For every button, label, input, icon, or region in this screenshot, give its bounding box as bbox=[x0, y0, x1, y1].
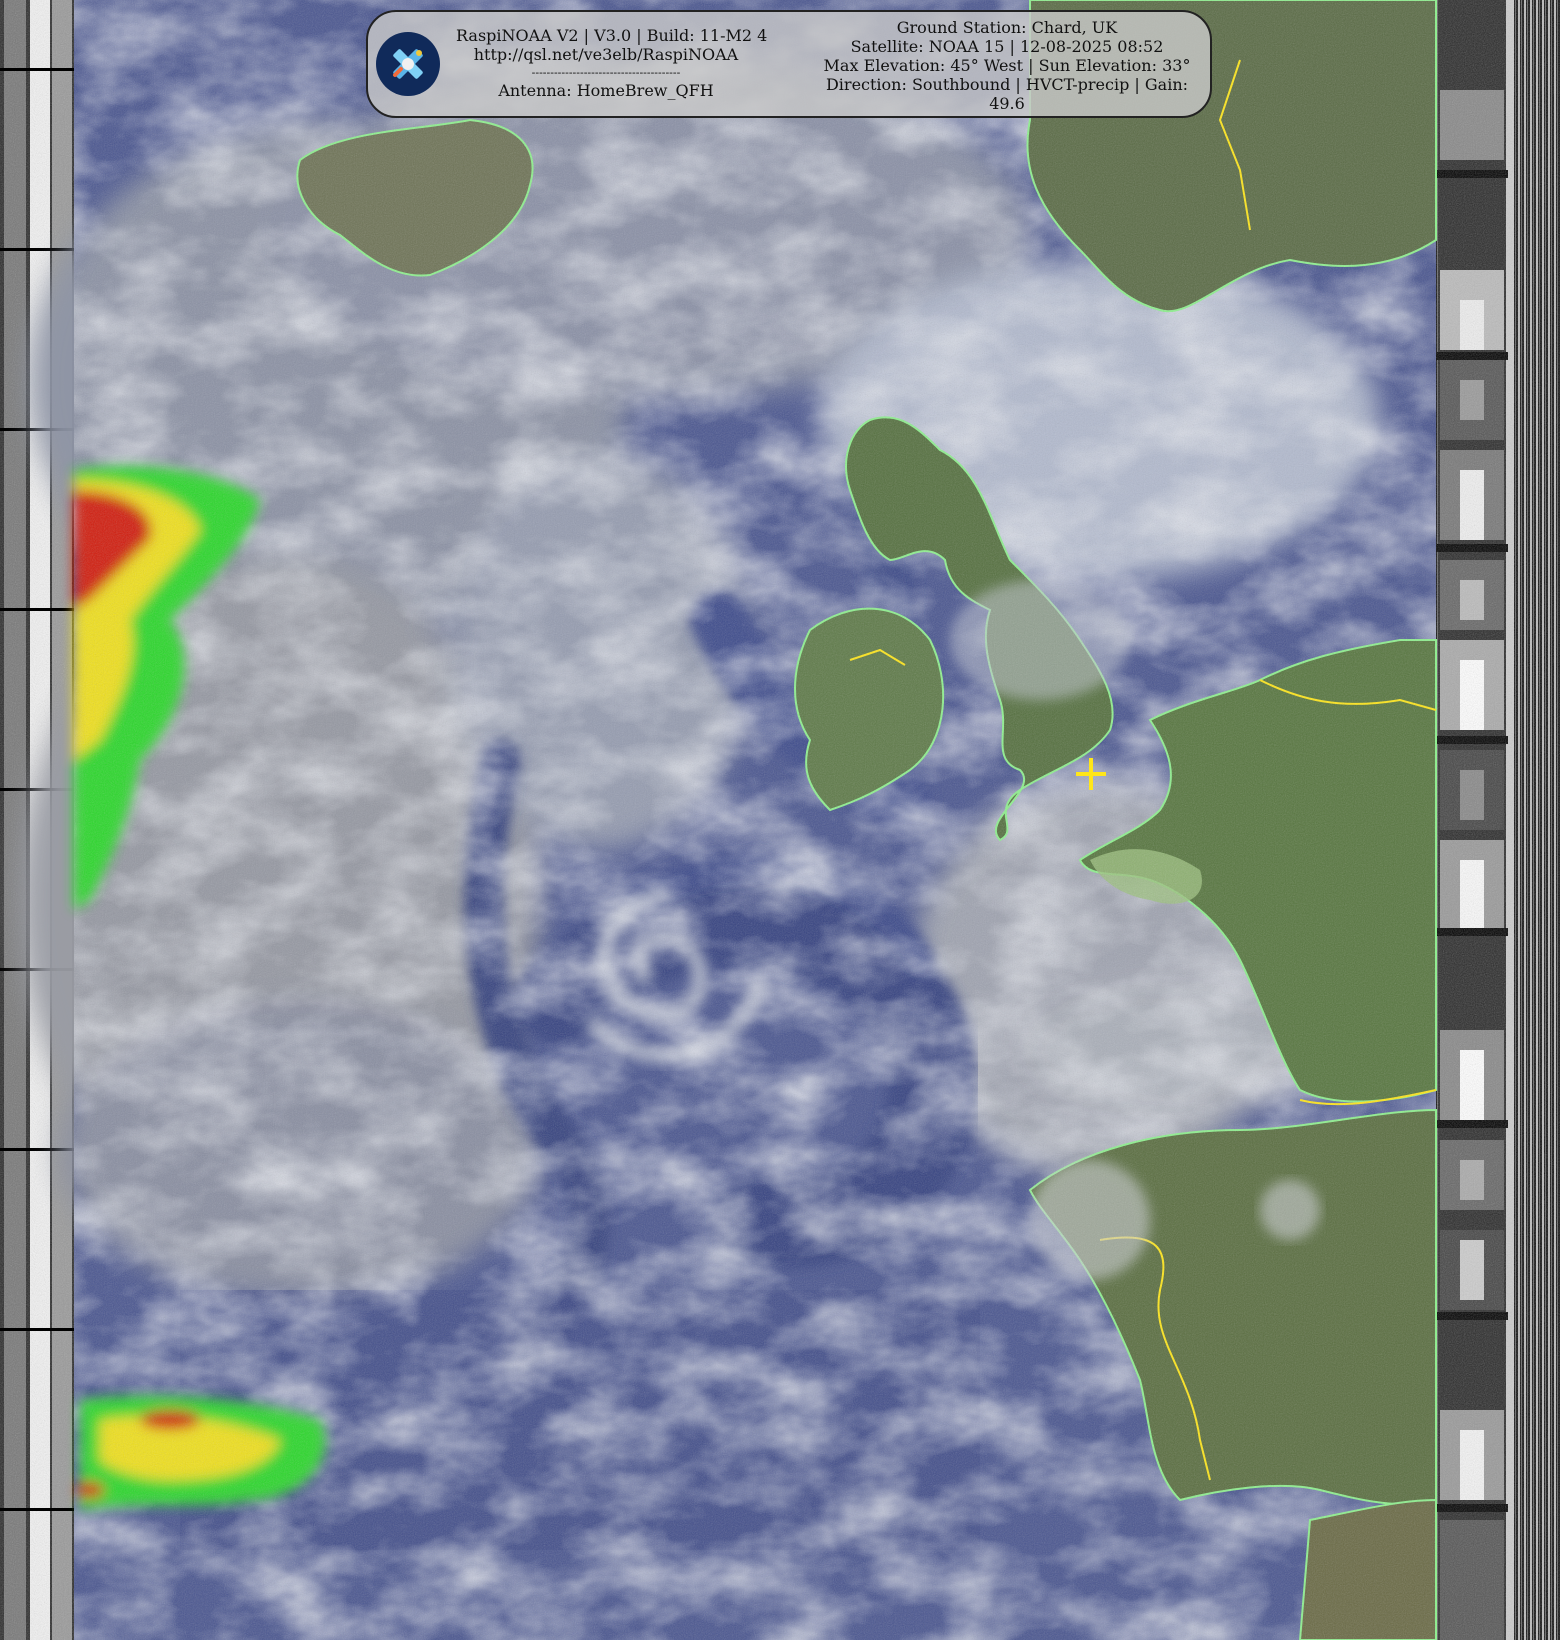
url-text: http://qsl.net/ve3elb/RaspiNOAA bbox=[473, 45, 739, 64]
ground-station-text: Ground Station: Chard, UK bbox=[896, 18, 1118, 37]
separator-text: ---------------------------------------- bbox=[531, 66, 681, 79]
info-right: Ground Station: Chard, UK Satellite: NOA… bbox=[812, 18, 1202, 113]
image-main bbox=[20, 0, 1437, 1640]
direction-text: Direction: Southbound | HVCT-precip | Ga… bbox=[825, 75, 1189, 113]
satellite-icon bbox=[376, 32, 440, 96]
antenna-text: Antenna: HomeBrew_QFH bbox=[498, 81, 714, 100]
elevation-text: Max Elevation: 45° West | Sun Elevation:… bbox=[823, 56, 1191, 75]
satellite-text: Satellite: NOAA 15 | 12-08-2025 08:52 bbox=[850, 37, 1164, 56]
satellite-image bbox=[0, 0, 1560, 1640]
info-panel: RaspiNOAA V2 | V3.0 | Build: 11-M2 4 htt… bbox=[366, 10, 1212, 118]
info-left: RaspiNOAA V2 | V3.0 | Build: 11-M2 4 htt… bbox=[456, 26, 768, 100]
app-version-text: RaspiNOAA V2 | V3.0 | Build: 11-M2 4 bbox=[456, 26, 768, 45]
